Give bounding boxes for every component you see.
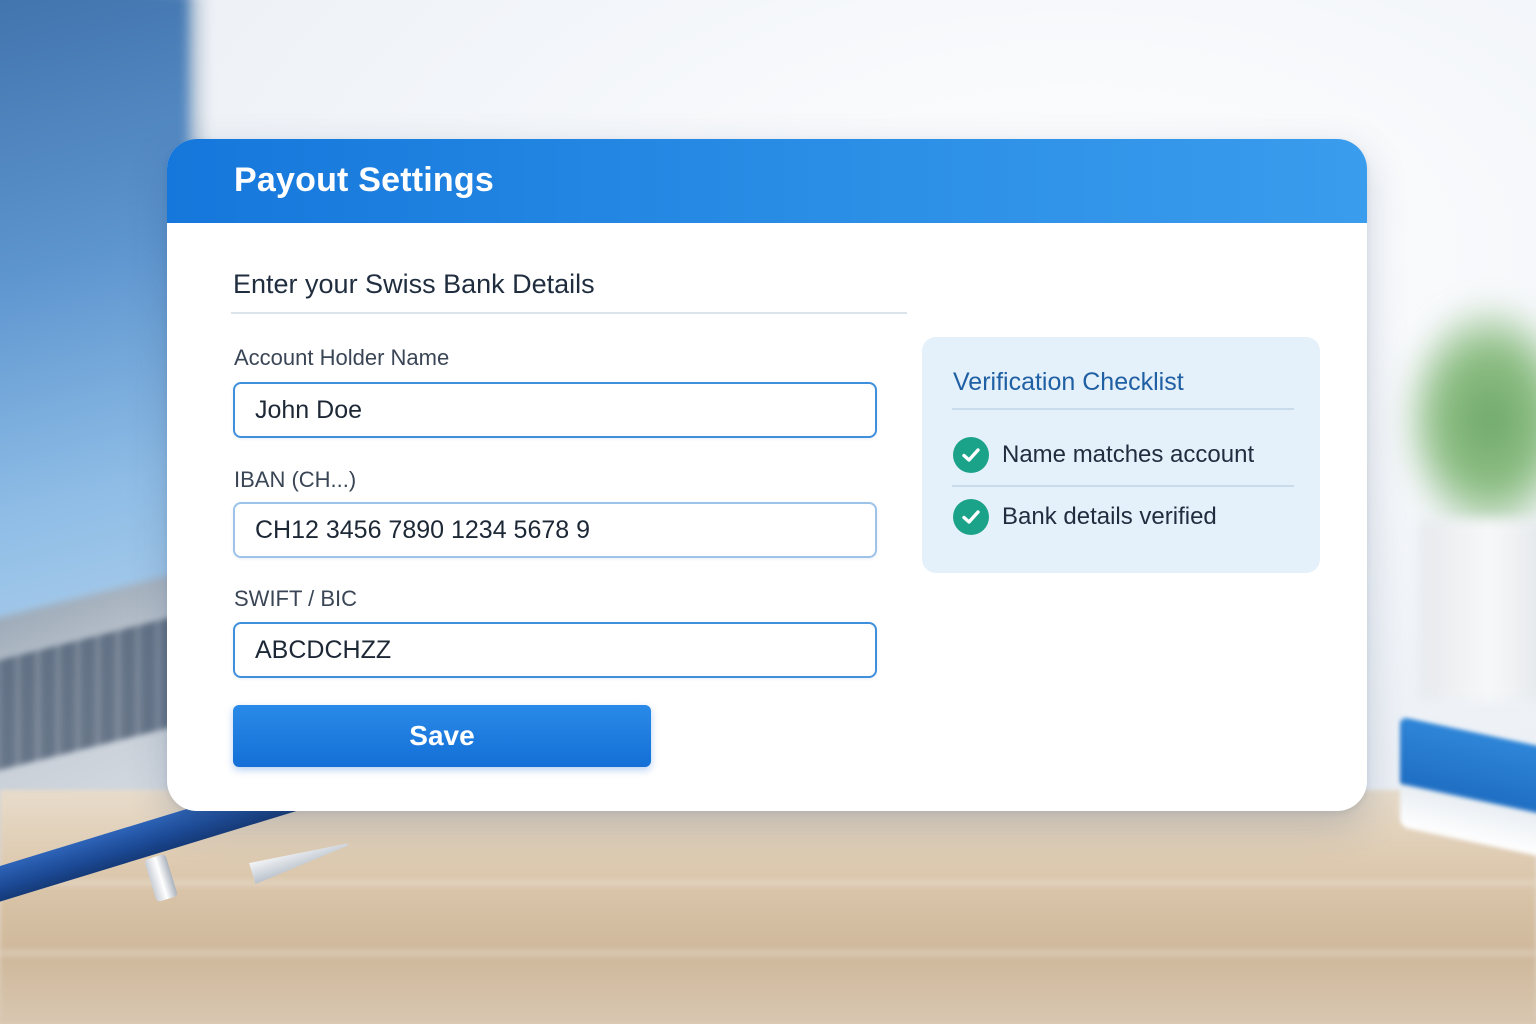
desk-grain — [0, 950, 1536, 956]
checklist-divider — [952, 408, 1294, 410]
payout-settings-card: Payout Settings Enter your Swiss Bank De… — [167, 139, 1367, 811]
desktop-scene: Payout Settings Enter your Swiss Bank De… — [0, 0, 1536, 1024]
swift-bic-label: SWIFT / BIC — [234, 586, 358, 611]
checklist-item-divider — [952, 485, 1294, 487]
page-title: Payout Settings — [234, 161, 494, 199]
desk-grain — [0, 880, 1536, 886]
checklist-item: Bank details verified — [953, 499, 1217, 535]
check-circle-icon — [953, 437, 989, 473]
account-holder-input[interactable]: John Doe — [233, 382, 877, 438]
check-circle-icon — [953, 499, 989, 535]
save-button[interactable]: Save — [233, 705, 651, 767]
checklist-item-label: Name matches account — [1002, 441, 1255, 468]
account-holder-label: Account Holder Name — [234, 345, 450, 370]
checklist-title: Verification Checklist — [953, 368, 1184, 396]
iban-input[interactable]: CH12 3456 7890 1234 5678 9 — [233, 502, 877, 558]
checklist-item: Name matches account — [953, 437, 1254, 473]
iban-label: IBAN (CH...) — [234, 467, 357, 492]
card-header: Payout Settings — [167, 139, 1367, 223]
swift-bic-input[interactable]: ABCDCHZZ — [233, 622, 877, 678]
section-title: Enter your Swiss Bank Details — [233, 269, 595, 299]
background-plant — [1400, 300, 1536, 540]
section-divider — [231, 312, 907, 314]
background-plant-pot — [1420, 520, 1536, 700]
checklist-item-label: Bank details verified — [1002, 503, 1217, 530]
verification-checklist-panel: Verification Checklist Name matches acco… — [922, 337, 1320, 573]
